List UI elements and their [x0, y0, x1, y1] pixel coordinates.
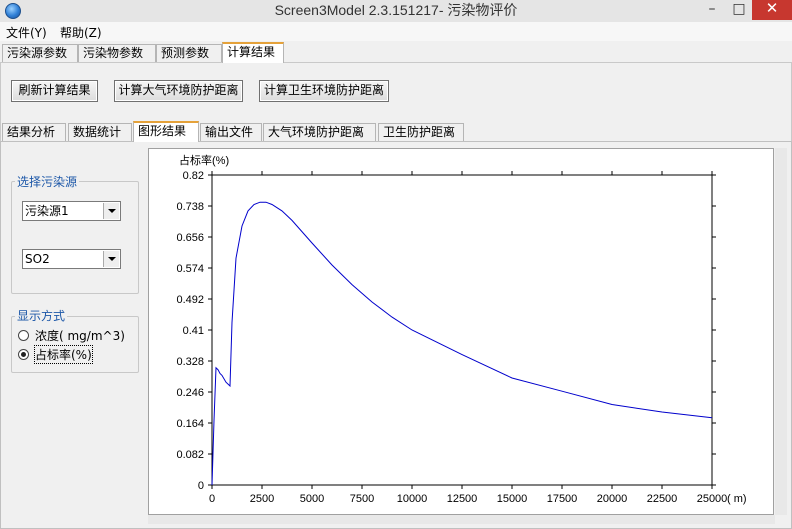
tab-results[interactable]: 计算结果: [222, 42, 284, 63]
maximize-button[interactable]: □: [726, 0, 752, 20]
y-axis-label: 占标率(%): [179, 153, 229, 167]
source-select[interactable]: 污染源1: [22, 201, 121, 221]
y-tick-label: 0.328: [176, 356, 204, 368]
y-tick-label: 0.246: [176, 387, 204, 399]
tab-source-params[interactable]: 污染源参数: [2, 44, 78, 62]
line-chart: 0 0.082 0.164 0.246 0.328 0.41 0.492 0.574 0.656…: [176, 153, 747, 505]
x-tick-label: 15000: [497, 493, 528, 505]
y-tick-label: 0.164: [176, 418, 204, 430]
y-tick-label: 0.574: [176, 263, 204, 275]
source-select-value: 污染源1: [25, 204, 69, 218]
subtab-health-distance[interactable]: 卫生防护距离: [378, 123, 464, 141]
x-axis-unit: ( m): [727, 493, 747, 505]
subtab-data-stats[interactable]: 数据统计: [68, 123, 132, 141]
minimize-button[interactable]: –: [698, 0, 726, 20]
horizontal-scrollbar[interactable]: [148, 515, 775, 524]
tab-pollutant-params[interactable]: 污染物参数: [78, 44, 156, 62]
y-tick-label: 0.492: [176, 294, 204, 306]
y-tick-label: 0.082: [176, 449, 204, 461]
vertical-scrollbar[interactable]: [775, 148, 787, 515]
subtab-output-file[interactable]: 输出文件: [200, 123, 262, 141]
subtab-air-distance[interactable]: 大气环境防护距离: [263, 123, 376, 141]
x-tick-label: 12500: [447, 493, 478, 505]
x-tick-label: 10000: [397, 493, 428, 505]
plot-frame: [211, 174, 713, 486]
x-tick-label: 25000: [697, 493, 728, 505]
title-bar: Screen3Model 2.3.151217- 污染物评价 – □ ✕: [0, 0, 792, 23]
x-tick-label: 2500: [250, 493, 274, 505]
close-button[interactable]: ✕: [752, 0, 792, 20]
menu-file[interactable]: 文件(Y): [6, 24, 47, 41]
pollutant-select-value: SO2: [25, 252, 50, 266]
x-tick-label: 17500: [547, 493, 578, 505]
menu-bar: 文件(Y) 帮助(Z): [0, 22, 792, 41]
x-tick-label: 0: [209, 493, 215, 505]
series-line: [211, 201, 713, 486]
window-title: Screen3Model 2.3.151217- 污染物评价: [274, 2, 518, 18]
calc-health-distance-button[interactable]: 计算卫生环境防护距离: [259, 80, 389, 102]
source-group-title: 选择污染源: [15, 175, 80, 189]
chart-area: 0 0.082 0.164 0.246 0.328 0.41 0.492 0.574 0.656…: [148, 148, 774, 515]
ratio-radio[interactable]: [18, 349, 29, 360]
y-tick-label: 0.82: [183, 170, 204, 182]
concentration-radio[interactable]: [18, 330, 29, 341]
y-tick-label: 0.41: [183, 325, 204, 337]
y-tick-label: 0: [198, 480, 204, 492]
subtab-result-analysis[interactable]: 结果分析: [2, 123, 66, 141]
display-group: [11, 316, 139, 373]
x-tick-label: 5000: [300, 493, 324, 505]
y-tick-label: 0.656: [176, 232, 204, 244]
chevron-down-icon[interactable]: [103, 203, 119, 219]
display-group-title: 显示方式: [15, 309, 68, 323]
concentration-radio-label[interactable]: 浓度( mg/m^3): [35, 327, 125, 344]
pollutant-select[interactable]: SO2: [22, 249, 121, 269]
x-tick-label: 20000: [597, 493, 628, 505]
y-tick-label: 0.738: [176, 201, 204, 213]
tab-prediction-params[interactable]: 预测参数: [156, 44, 222, 62]
x-tick-label: 7500: [350, 493, 374, 505]
subtab-graph-results[interactable]: 图形结果: [133, 121, 199, 142]
menu-help[interactable]: 帮助(Z): [60, 24, 102, 41]
calc-air-distance-button[interactable]: 计算大气环境防护距离: [114, 80, 243, 102]
chevron-down-icon[interactable]: [103, 251, 119, 267]
source-group: [11, 181, 139, 294]
refresh-results-button[interactable]: 刷新计算结果: [11, 80, 98, 102]
x-tick-label: 22500: [647, 493, 678, 505]
ratio-radio-label[interactable]: 占标率(%): [34, 345, 93, 364]
